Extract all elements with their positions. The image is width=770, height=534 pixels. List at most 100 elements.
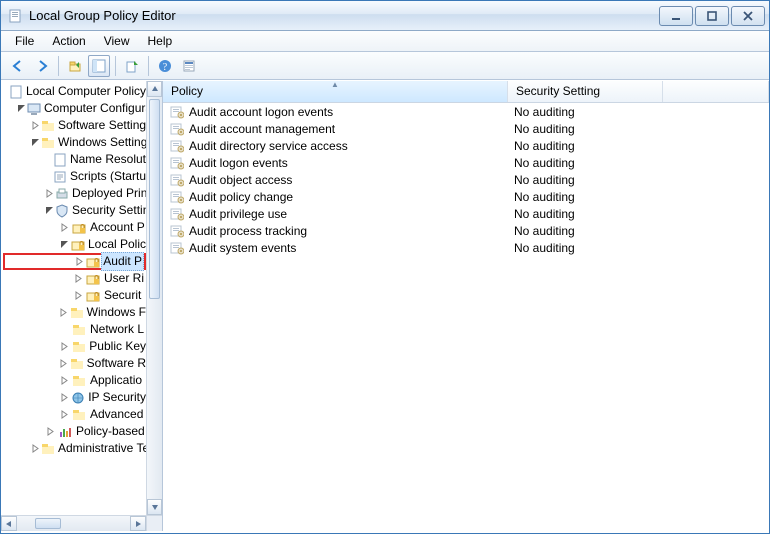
menu-action[interactable]: Action — [44, 32, 93, 50]
tree-name-resolution[interactable]: Name Resolut — [3, 151, 146, 168]
tree-label: Local Polic — [88, 236, 146, 253]
tree-label: Software R — [87, 355, 146, 372]
menu-help[interactable]: Help — [140, 32, 181, 50]
minimize-button[interactable] — [659, 6, 693, 26]
forward-button[interactable] — [31, 55, 53, 77]
properties-button[interactable] — [178, 55, 200, 77]
tree-software-settings[interactable]: Software Settings — [3, 117, 146, 134]
tree[interactable]: Local Computer Policy Computer Configura… — [1, 81, 146, 459]
expand-icon[interactable] — [59, 358, 69, 369]
tree-horizontal-scrollbar[interactable] — [1, 515, 146, 531]
expand-icon[interactable] — [73, 273, 84, 284]
collapse-icon[interactable] — [45, 205, 54, 216]
column-spacer[interactable] — [663, 81, 769, 102]
policy-name: Audit directory service access — [189, 139, 348, 153]
policy-row[interactable]: Audit system eventsNo auditing — [163, 239, 769, 256]
tree-scripts[interactable]: Scripts (Startu — [3, 168, 146, 185]
tree-software-restrict[interactable]: Software R — [3, 355, 146, 372]
policy-icon — [169, 155, 185, 171]
tree-advanced[interactable]: Advanced — [3, 406, 146, 423]
expand-icon[interactable] — [31, 120, 40, 131]
document-icon — [53, 152, 67, 168]
export-button[interactable] — [121, 55, 143, 77]
help-button[interactable]: ? — [154, 55, 176, 77]
scroll-thumb[interactable] — [149, 99, 160, 299]
maximize-button[interactable] — [695, 6, 729, 26]
tree-audit-policy[interactable]: Audit P — [3, 253, 146, 270]
expand-icon[interactable] — [45, 188, 54, 199]
policy-name: Audit system events — [189, 241, 296, 255]
expand-icon[interactable] — [59, 375, 70, 386]
expand-icon[interactable] — [59, 341, 70, 352]
scroll-left-icon[interactable] — [1, 516, 17, 531]
tree-label: Software Settings — [58, 117, 146, 134]
scroll-up-icon[interactable] — [147, 81, 162, 97]
expand-icon[interactable] — [59, 409, 70, 420]
tree-admin-templates[interactable]: Administrative Te — [3, 440, 146, 457]
tree-vertical-scrollbar[interactable] — [146, 81, 162, 515]
expand-icon[interactable] — [59, 307, 69, 318]
policy-row[interactable]: Audit account logon eventsNo auditing — [163, 103, 769, 120]
expand-icon[interactable] — [75, 256, 85, 267]
column-headers: ▲ Policy Security Setting — [163, 81, 769, 103]
menu-view[interactable]: View — [96, 32, 138, 50]
policy-name: Audit account logon events — [189, 105, 333, 119]
tree-public-key[interactable]: Public Key — [3, 338, 146, 355]
tree-app-control[interactable]: Applicatio — [3, 372, 146, 389]
policy-icon — [169, 104, 185, 120]
policy-icon — [169, 240, 185, 256]
column-policy[interactable]: ▲ Policy — [163, 81, 508, 102]
menu-file[interactable]: File — [7, 32, 42, 50]
policy-icon — [169, 223, 185, 239]
tree-security-options[interactable]: Securit — [3, 287, 146, 304]
tree-network-list[interactable]: Network L — [3, 321, 146, 338]
collapse-icon[interactable] — [17, 103, 26, 114]
folder-icon — [71, 322, 87, 338]
scroll-thumb[interactable] — [35, 518, 61, 529]
menubar: File Action View Help — [1, 31, 769, 52]
collapse-icon[interactable] — [59, 239, 69, 250]
show-hide-tree-button[interactable] — [88, 55, 110, 77]
tree-windows-settings[interactable]: Windows Settings — [3, 134, 146, 151]
folder-lock-icon — [70, 237, 85, 253]
column-setting[interactable]: Security Setting — [508, 81, 663, 102]
expand-icon[interactable] — [31, 443, 40, 454]
tree-local-policies[interactable]: Local Polic — [3, 236, 146, 253]
folder-icon — [71, 373, 87, 389]
tree-policy-based[interactable]: Policy-based — [3, 423, 146, 440]
tree-label: Windows F — [87, 304, 146, 321]
policy-row[interactable]: Audit account managementNo auditing — [163, 120, 769, 137]
tree-pane: Local Computer Policy Computer Configura… — [1, 81, 163, 531]
tree-ip-security[interactable]: IP Security — [3, 389, 146, 406]
expand-icon[interactable] — [59, 222, 70, 233]
collapse-icon[interactable] — [31, 137, 40, 148]
tree-label: Windows Settings — [58, 134, 146, 151]
policy-row[interactable]: Audit directory service accessNo auditin… — [163, 137, 769, 154]
computer-icon — [27, 101, 41, 117]
tree-root[interactable]: Local Computer Policy — [3, 83, 146, 100]
scroll-right-icon[interactable] — [130, 516, 146, 531]
tree-label: Applicatio — [90, 372, 142, 389]
close-button[interactable] — [731, 6, 765, 26]
policy-name: Audit logon events — [189, 156, 288, 170]
folder-icon — [71, 339, 87, 355]
expand-icon[interactable] — [45, 426, 56, 437]
back-button[interactable] — [7, 55, 29, 77]
policy-row[interactable]: Audit logon eventsNo auditing — [163, 154, 769, 171]
policy-row[interactable]: Audit policy changeNo auditing — [163, 188, 769, 205]
up-button[interactable] — [64, 55, 86, 77]
policy-row[interactable]: Audit privilege useNo auditing — [163, 205, 769, 222]
tree-account-policies[interactable]: Account P — [3, 219, 146, 236]
scroll-down-icon[interactable] — [147, 499, 162, 515]
policy-name: Audit process tracking — [189, 224, 307, 238]
expand-icon[interactable] — [73, 290, 84, 301]
expand-icon[interactable] — [59, 392, 69, 403]
tree-security-settings[interactable]: Security Settin — [3, 202, 146, 219]
tree-windows-firewall[interactable]: Windows F — [3, 304, 146, 321]
list-body[interactable]: Audit account logon eventsNo auditingAud… — [163, 103, 769, 531]
tree-user-rights[interactable]: User Ri — [3, 270, 146, 287]
tree-computer-config[interactable]: Computer Configura — [3, 100, 146, 117]
policy-row[interactable]: Audit process trackingNo auditing — [163, 222, 769, 239]
tree-deployed-printers[interactable]: Deployed Prin — [3, 185, 146, 202]
policy-row[interactable]: Audit object accessNo auditing — [163, 171, 769, 188]
